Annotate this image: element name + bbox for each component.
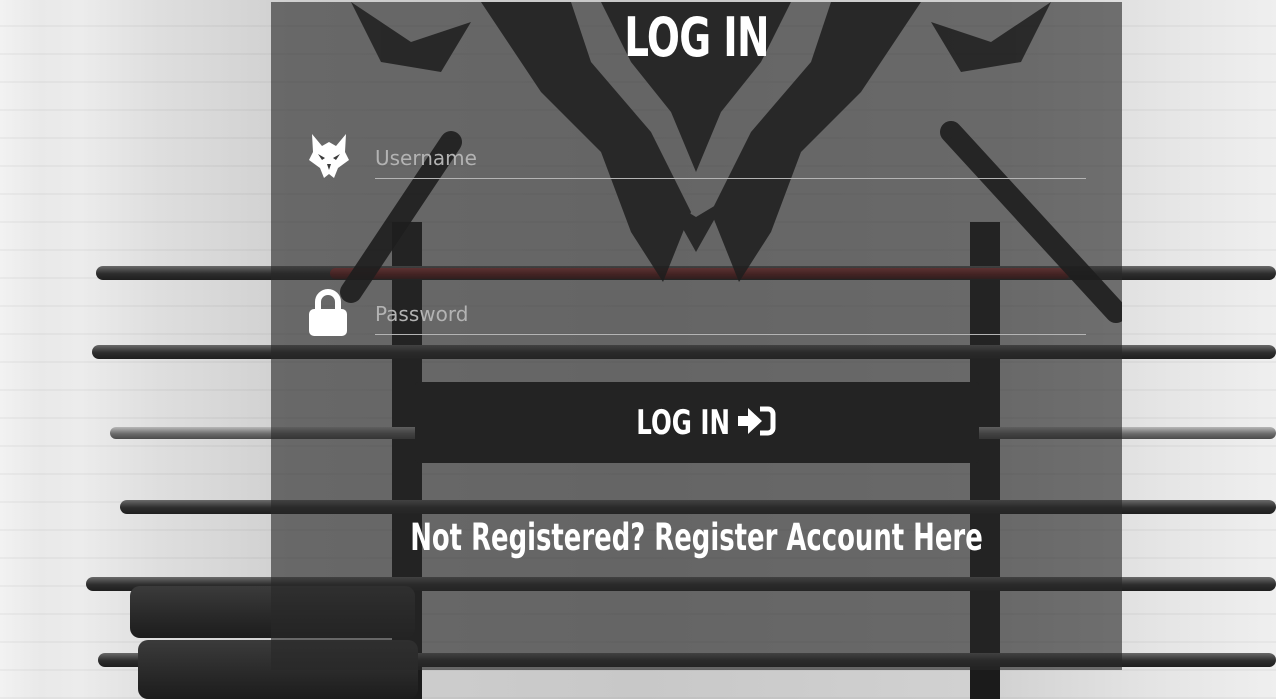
lock-icon xyxy=(305,288,351,336)
password-input[interactable] xyxy=(375,294,1086,335)
login-button-label: LOG IN xyxy=(636,402,730,443)
page-title: LOG IN xyxy=(624,6,769,69)
wolf-head-icon xyxy=(306,132,352,180)
login-button[interactable]: LOG IN xyxy=(415,382,979,463)
username-input[interactable] xyxy=(375,138,1086,179)
register-account-link[interactable]: Not Registered? Register Account Here xyxy=(399,516,995,559)
login-panel xyxy=(271,2,1122,670)
sign-in-arrow-icon xyxy=(738,406,776,439)
login-page: LOG IN LOG IN Not Registered? Register A… xyxy=(0,0,1276,699)
wolf-emblem-watermark xyxy=(340,2,1122,323)
